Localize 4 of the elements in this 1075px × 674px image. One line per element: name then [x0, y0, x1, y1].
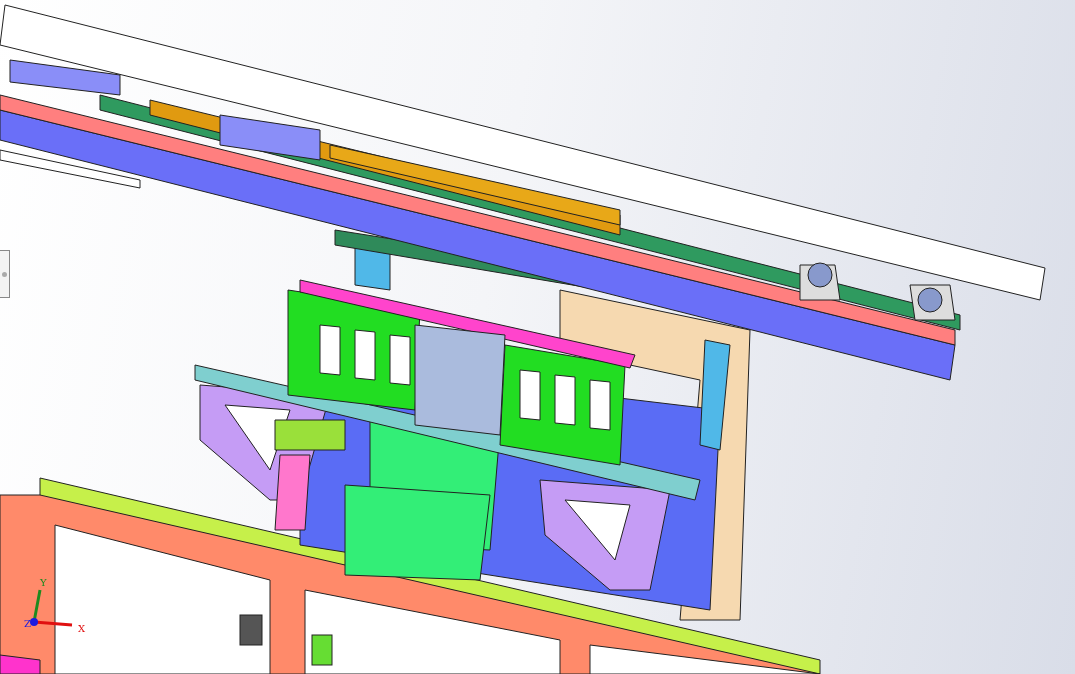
axis-label: Y	[40, 577, 47, 588]
axis-label: X	[78, 623, 86, 634]
panel-handle[interactable]	[0, 250, 10, 298]
axis-label: Z	[24, 618, 31, 629]
